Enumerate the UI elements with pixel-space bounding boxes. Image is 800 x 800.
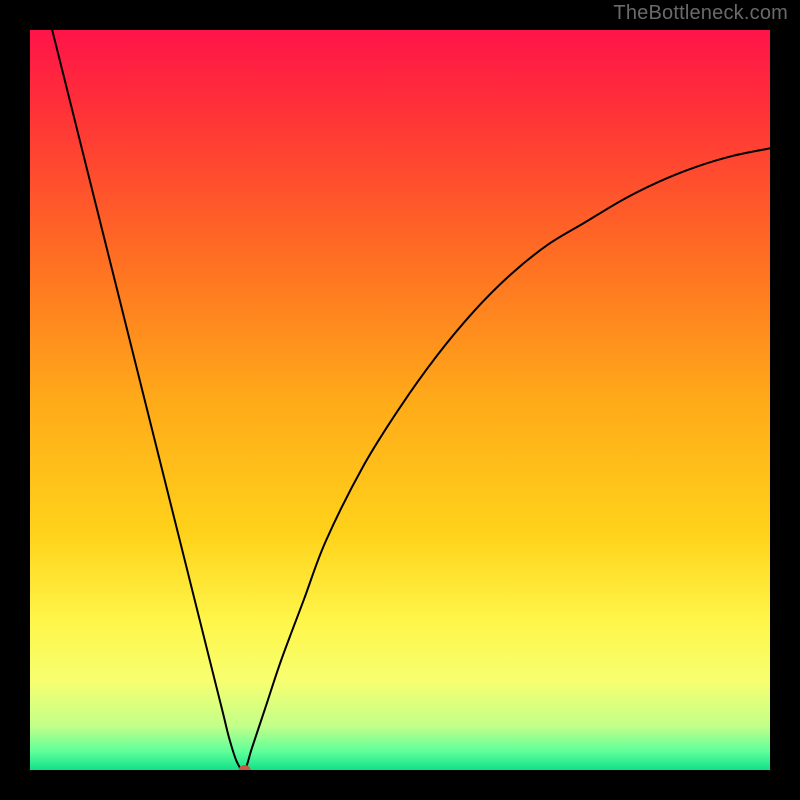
plot-area (30, 30, 770, 770)
chart-frame: TheBottleneck.com (0, 0, 800, 800)
watermark-text: TheBottleneck.com (613, 2, 788, 25)
bottleneck-chart (30, 30, 770, 770)
gradient-background (30, 30, 770, 770)
